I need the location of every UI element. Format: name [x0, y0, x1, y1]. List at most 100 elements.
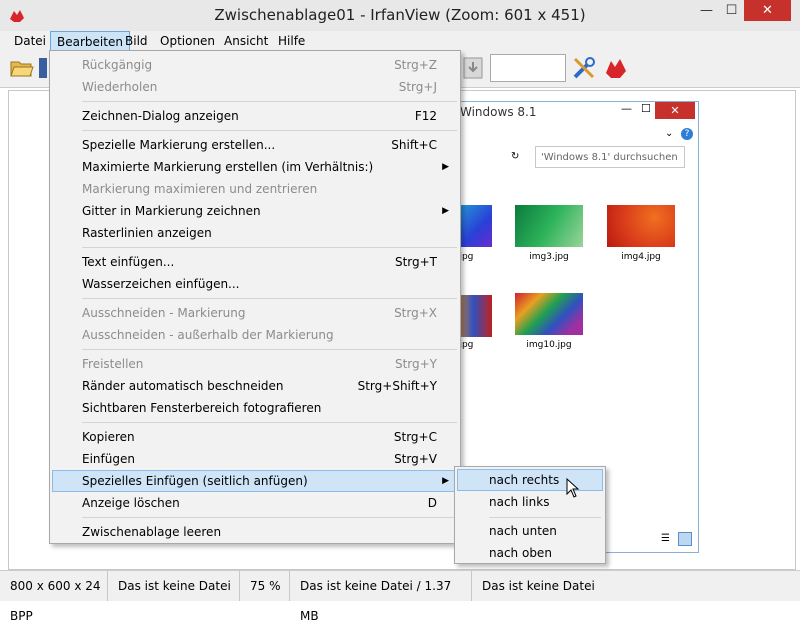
label: Markierung maximieren und zentrieren — [82, 182, 318, 196]
explorer-search-input: 'Windows 8.1' durchsuchen — [535, 146, 685, 168]
large-icons-view-icon — [678, 532, 692, 546]
maximize-button[interactable]: ☐ — [719, 0, 744, 21]
open-folder-icon[interactable] — [10, 57, 34, 79]
menuitem-anzeige-loeschen[interactable]: Anzeige löschen D — [82, 492, 457, 514]
submenu-arrow-icon: ▶ — [442, 162, 449, 172]
menuitem-ausschneiden-ausserhalb[interactable]: Ausschneiden - außerhalb der Markierung — [82, 324, 457, 346]
status-file-2: Das ist keine Datei — [482, 579, 595, 593]
menuitem-markierung-maximieren[interactable]: Markierung maximieren und zentrieren — [82, 178, 457, 200]
label: Spezielle Markierung erstellen... — [82, 138, 276, 152]
status-dimensions: 800 x 600 x 24 BPP — [0, 571, 108, 623]
thumbnail-img3 — [515, 205, 583, 247]
menuitem-fensterbereich-fotografieren[interactable]: Sichtbaren Fensterbereich fotografieren — [82, 397, 457, 419]
shortcut: Strg+Y — [394, 357, 437, 371]
submenu-arrow-icon: ▶ — [442, 476, 449, 486]
explorer-close-icon: ✕ — [655, 102, 695, 119]
menuitem-einfuegen[interactable]: Einfügen Strg+V — [82, 448, 457, 470]
label: Rasterlinien anzeigen — [82, 226, 212, 240]
irfanview-icon[interactable] — [603, 55, 629, 81]
menuitem-wasserzeichen[interactable]: Wasserzeichen einfügen... — [82, 273, 457, 295]
thumb-label: img3.jpg — [529, 252, 569, 262]
menuitem-gitter[interactable]: Gitter in Markierung zeichnen ▶ — [82, 200, 457, 222]
close-button[interactable]: ✕ — [744, 0, 791, 21]
menuitem-spezielles-einfuegen[interactable]: Spezielles Einfügen (seitlich anfügen) ▶ — [82, 470, 457, 492]
shortcut: Strg+V — [394, 452, 437, 466]
submenu-arrow-icon: ▶ — [442, 206, 449, 216]
menuitem-rueckgaengig[interactable]: Rückgängig Strg+Z — [82, 54, 457, 76]
shortcut: Strg+C — [393, 430, 437, 444]
separator — [82, 247, 457, 248]
status-bar: 800 x 600 x 24 BPP Das ist keine Datei 7… — [0, 570, 800, 623]
label: Maximierte Markierung erstellen (im Verh… — [82, 160, 374, 174]
explorer-titlebar: Windows 8.1 — ☐ ✕ — [455, 102, 698, 124]
submenu-nach-oben[interactable]: nach oben — [489, 542, 599, 564]
details-view-icon: ☰ — [661, 533, 670, 544]
menuitem-text-einfuegen[interactable]: Text einfügen... Strg+T — [82, 251, 457, 273]
separator — [489, 517, 601, 518]
separator — [82, 101, 457, 102]
label: Spezielles Einfügen (seitlich anfügen) — [82, 474, 308, 488]
bearbeiten-dropdown: Rückgängig Strg+Z Wiederholen Strg+J Zeich… — [49, 50, 461, 544]
menuitem-ausschneiden-markierung[interactable]: Ausschneiden - Markierung Strg+X — [82, 302, 457, 324]
label: Rückgängig — [82, 58, 153, 72]
label: Anzeige löschen — [82, 496, 180, 510]
status-file-1: Das ist keine Datei — [108, 571, 240, 601]
menuitem-zeichnen-dialog[interactable]: Zeichnen-Dialog anzeigen F12 — [82, 105, 457, 127]
save-icon[interactable] — [462, 56, 484, 80]
label: Kopieren — [82, 430, 135, 444]
submenu-nach-unten[interactable]: nach unten — [489, 520, 599, 542]
explorer-maximize-icon: ☐ — [641, 102, 651, 115]
menuitem-spezielle-markierung[interactable]: Spezielle Markierung erstellen... Shift+C — [82, 134, 457, 156]
filmstrip-icon[interactable] — [38, 57, 48, 79]
thumbnail-img4 — [607, 205, 675, 247]
separator — [82, 130, 457, 131]
shortcut: Shift+C — [391, 138, 437, 152]
menuitem-rasterlinien[interactable]: Rasterlinien anzeigen — [82, 222, 457, 244]
label: Gitter in Markierung zeichnen — [82, 204, 261, 218]
zoom-input[interactable] — [490, 54, 566, 82]
help-icon: ? — [681, 128, 693, 140]
menuitem-maximierte-markierung[interactable]: Maximierte Markierung erstellen (im Verh… — [82, 156, 457, 178]
label: Text einfügen... — [82, 255, 175, 269]
submenu-nach-rechts[interactable]: nach rechts — [489, 469, 599, 491]
chevron-down-icon: ⌄ — [665, 128, 674, 139]
mouse-cursor-icon — [566, 478, 580, 498]
tools-icon[interactable] — [571, 55, 597, 81]
menu-ansicht[interactable]: Ansicht — [218, 31, 274, 51]
label: Wasserzeichen einfügen... — [82, 277, 240, 291]
menuitem-zwischenablage-leeren[interactable]: Zwischenablage leeren — [82, 521, 457, 543]
label: Ausschneiden - außerhalb der Markierung — [82, 328, 334, 342]
menu-datei[interactable]: Datei — [8, 31, 52, 51]
menuitem-raender-beschneiden[interactable]: Ränder automatisch beschneiden Strg+Shift… — [82, 375, 457, 397]
label: Einfügen — [82, 452, 135, 466]
menu-hilfe[interactable]: Hilfe — [272, 31, 311, 51]
explorer-minimize-icon: — — [621, 102, 632, 115]
menuitem-freistellen[interactable]: Freistellen Strg+Y — [82, 353, 457, 375]
menu-bild[interactable]: Bild — [119, 31, 154, 51]
shortcut: Strg+Z — [394, 58, 437, 72]
separator — [82, 298, 457, 299]
status-zoom: 75 % — [240, 571, 290, 601]
minimize-button[interactable]: — — [694, 0, 719, 21]
thumbnail-img10 — [515, 293, 583, 335]
submenu-nach-links[interactable]: nach links — [489, 491, 599, 513]
status-file-size: Das ist keine Datei / 1.37 MB — [290, 571, 472, 623]
separator — [82, 349, 457, 350]
label: Ränder automatisch beschneiden — [82, 379, 284, 393]
shortcut: Strg+X — [394, 306, 437, 320]
label: Sichtbaren Fensterbereich fotografieren — [82, 401, 322, 415]
separator — [82, 422, 457, 423]
menuitem-kopieren[interactable]: Kopieren Strg+C — [82, 426, 457, 448]
shortcut: Strg+J — [398, 80, 437, 94]
menuitem-wiederholen[interactable]: Wiederholen Strg+J — [82, 76, 457, 98]
label: Zeichnen-Dialog anzeigen — [82, 109, 239, 123]
label: Ausschneiden - Markierung — [82, 306, 246, 320]
menu-bar: Datei Bearbeiten Bild Optionen Ansicht H… — [0, 31, 800, 51]
shortcut: Strg+T — [394, 255, 437, 269]
shortcut: F12 — [414, 109, 437, 123]
menu-bearbeiten[interactable]: Bearbeiten — [50, 31, 130, 51]
menu-optionen[interactable]: Optionen — [154, 31, 221, 51]
separator — [82, 517, 457, 518]
thumb-label: img4.jpg — [621, 252, 661, 262]
shortcut: D — [427, 496, 437, 510]
